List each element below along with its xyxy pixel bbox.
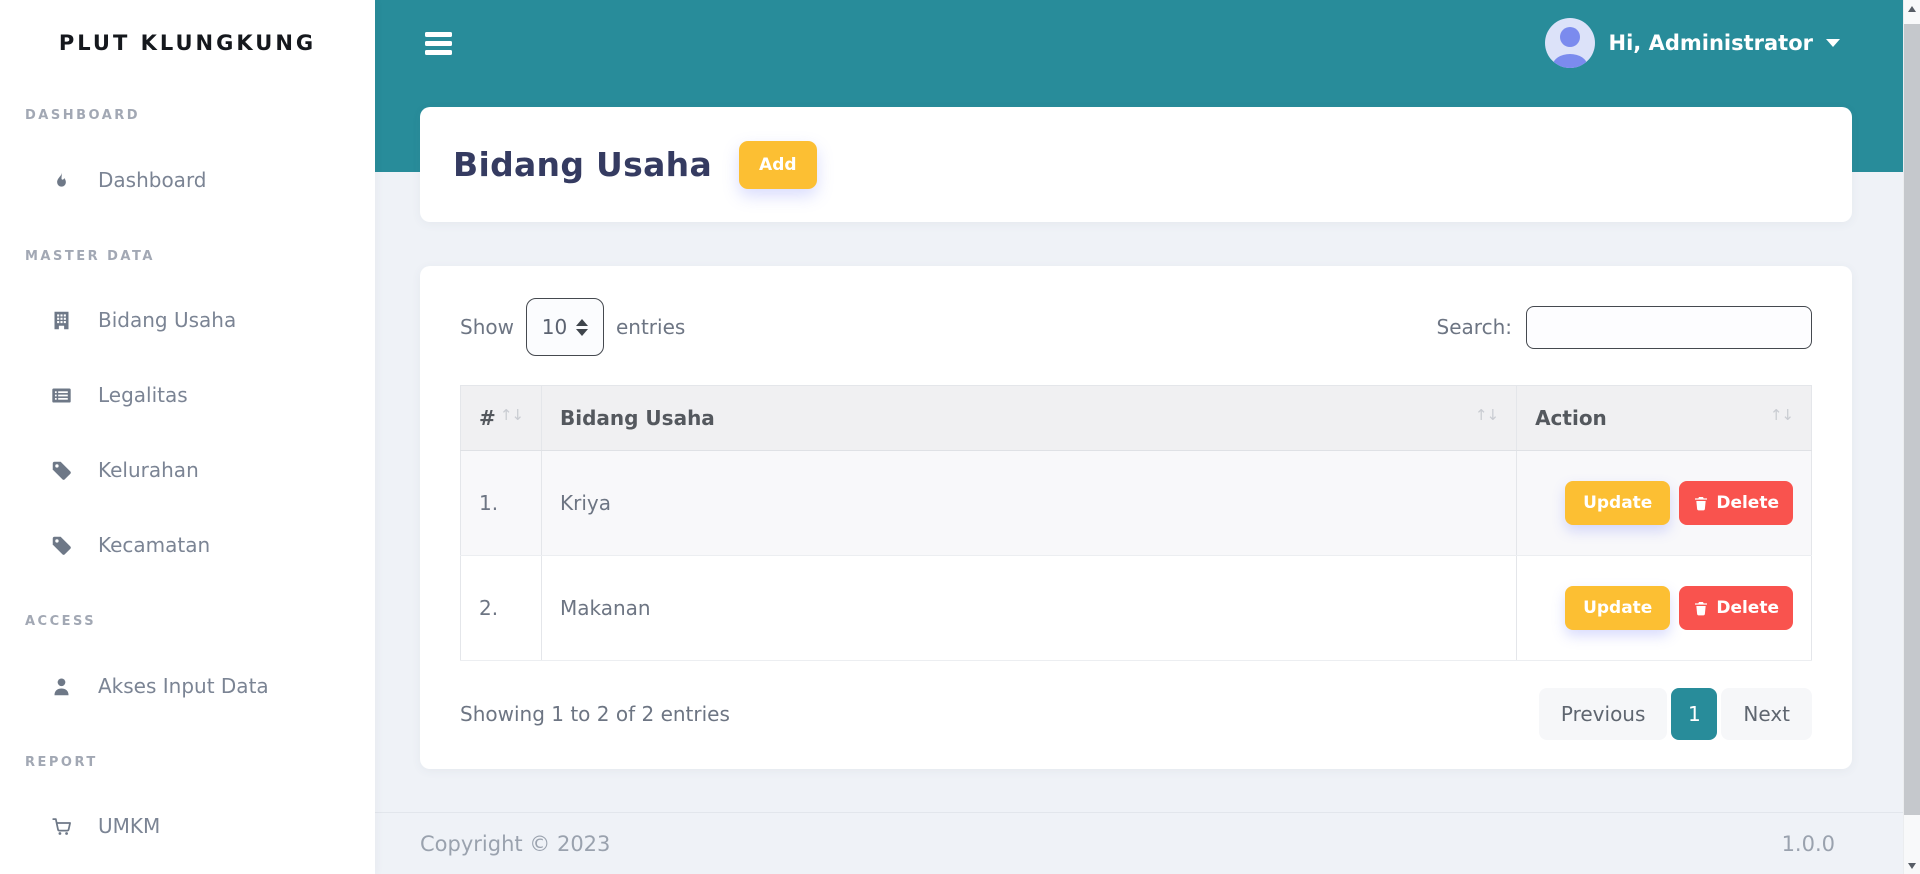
content: Bidang Usaha Add Show 10 entries Search: xyxy=(375,0,1920,769)
entries-label: entries xyxy=(615,315,686,339)
sidebar-item-umkm[interactable]: UMKM xyxy=(0,806,375,846)
section-label-master-data: MASTER DATA xyxy=(25,248,155,264)
table-row: 2. Makanan Update Delete xyxy=(460,555,1812,661)
update-button[interactable]: Update xyxy=(1565,586,1671,630)
hamburger-bar xyxy=(425,49,452,55)
column-header-action[interactable]: Action ↑↓ xyxy=(1516,385,1812,451)
row-actions: Update Delete xyxy=(1516,555,1812,661)
scroll-down-button[interactable] xyxy=(1904,857,1920,874)
row-number: 1. xyxy=(460,450,542,556)
select-arrows-icon xyxy=(576,318,589,336)
sort-icon: ↑↓ xyxy=(1769,406,1794,424)
update-button[interactable]: Update xyxy=(1565,481,1671,525)
hamburger-bar xyxy=(425,40,452,46)
pagination-page-1[interactable]: 1 xyxy=(1671,688,1718,740)
scrollbar-thumb[interactable] xyxy=(1904,24,1920,815)
avatar xyxy=(1544,18,1595,68)
triangle-up-icon xyxy=(1908,5,1916,12)
sidebar-item-bidang-usaha[interactable]: Bidang Usaha xyxy=(0,300,375,340)
tag-icon xyxy=(50,534,72,556)
section-label-report: REPORT xyxy=(25,754,98,770)
sidebar-item-legalitas[interactable]: Legalitas xyxy=(0,375,375,415)
tag-icon xyxy=(50,459,72,481)
page-header-card: Bidang Usaha Add xyxy=(420,107,1852,222)
page-footer: Copyright © 2023 1.0.0 xyxy=(375,812,1903,874)
delete-button[interactable]: Delete xyxy=(1679,481,1793,525)
section-label-access: ACCESS xyxy=(25,613,97,629)
table-row: 1. Kriya Update Delete xyxy=(460,450,1812,556)
column-header-bidang-usaha[interactable]: Bidang Usaha ↑↓ xyxy=(541,385,1518,451)
list-icon xyxy=(50,384,72,406)
search-input[interactable] xyxy=(1526,305,1812,349)
page-length-value: 10 xyxy=(541,315,568,339)
trash-icon xyxy=(1695,497,1708,511)
sidebar-item-label: Legalitas xyxy=(98,383,188,407)
data-table: # ↑↓ Bidang Usaha ↑↓ Action ↑↓ 1. Kriya … xyxy=(460,385,1812,661)
pagination-previous-button[interactable]: Previous xyxy=(1538,688,1668,740)
sidebar-item-label: Bidang Usaha xyxy=(98,308,237,332)
copyright-text: Copyright © 2023 xyxy=(420,831,611,856)
sidebar-item-kecamatan[interactable]: Kecamatan xyxy=(0,525,375,565)
delete-button[interactable]: Delete xyxy=(1679,586,1793,630)
table-controls: Show 10 entries Search: xyxy=(460,298,1812,356)
table-info: Showing 1 to 2 of 2 entries xyxy=(460,702,730,726)
user-menu[interactable]: Hi, Administrator xyxy=(1544,18,1840,68)
caret-down-icon xyxy=(1826,39,1840,47)
building-icon xyxy=(50,309,72,331)
flame-icon xyxy=(50,169,72,191)
page-title: Bidang Usaha xyxy=(453,145,713,184)
scroll-up-button[interactable] xyxy=(1904,0,1920,17)
sort-icon: ↑↓ xyxy=(1474,406,1499,424)
column-header-num[interactable]: # ↑↓ xyxy=(460,385,542,451)
sidebar-item-label: Akses Input Data xyxy=(98,674,269,698)
sidebar-item-akses-input-data[interactable]: Akses Input Data xyxy=(0,666,375,706)
person-icon xyxy=(1559,27,1580,47)
row-name: Kriya xyxy=(541,450,1518,556)
triangle-down-icon xyxy=(1908,862,1916,869)
person-icon xyxy=(1552,54,1587,68)
table-header-row: # ↑↓ Bidang Usaha ↑↓ Action ↑↓ xyxy=(460,385,1812,451)
brand-logo[interactable]: PLUT KLUNGKUNG xyxy=(0,0,375,88)
row-number: 2. xyxy=(460,555,542,661)
sidebar-item-label: Kelurahan xyxy=(98,458,199,482)
sidebar-item-label: UMKM xyxy=(98,814,161,838)
user-icon xyxy=(50,675,72,697)
search-label: Search: xyxy=(1436,315,1512,339)
row-actions: Update Delete xyxy=(1516,450,1812,556)
pagination-next-button[interactable]: Next xyxy=(1721,688,1812,740)
hamburger-menu-button[interactable] xyxy=(425,31,452,55)
app-window: PLUT KLUNGKUNG DASHBOARD Dashboard MASTE… xyxy=(0,0,1920,874)
hamburger-bar xyxy=(425,31,452,37)
table-card: Show 10 entries Search: # ↑↓ Bidang Usah… xyxy=(420,266,1852,769)
user-greeting: Hi, Administrator xyxy=(1608,31,1813,55)
sidebar: PLUT KLUNGKUNG DASHBOARD Dashboard MASTE… xyxy=(0,0,375,874)
page-length-select[interactable]: 10 xyxy=(525,298,604,356)
section-label-dashboard: DASHBOARD xyxy=(25,107,141,123)
add-button[interactable]: Add xyxy=(739,140,817,189)
sidebar-item-label: Kecamatan xyxy=(98,533,211,557)
main-area: Hi, Administrator Bidang Usaha Add Show … xyxy=(375,0,1920,874)
version-text: 1.0.0 xyxy=(1781,831,1835,856)
sidebar-item-kelurahan[interactable]: Kelurahan xyxy=(0,450,375,490)
pagination: Previous 1 Next xyxy=(1538,688,1812,740)
show-label: Show xyxy=(460,315,514,339)
sidebar-item-dashboard[interactable]: Dashboard xyxy=(0,160,375,200)
topbar: Hi, Administrator xyxy=(375,0,1903,86)
scrollbar[interactable] xyxy=(1903,0,1920,874)
trash-icon xyxy=(1695,602,1708,616)
table-footer: Showing 1 to 2 of 2 entries Previous 1 N… xyxy=(460,688,1812,740)
sidebar-item-label: Dashboard xyxy=(98,168,207,192)
cart-icon xyxy=(50,815,72,837)
sort-icon: ↑↓ xyxy=(499,406,524,424)
row-name: Makanan xyxy=(541,555,1518,661)
